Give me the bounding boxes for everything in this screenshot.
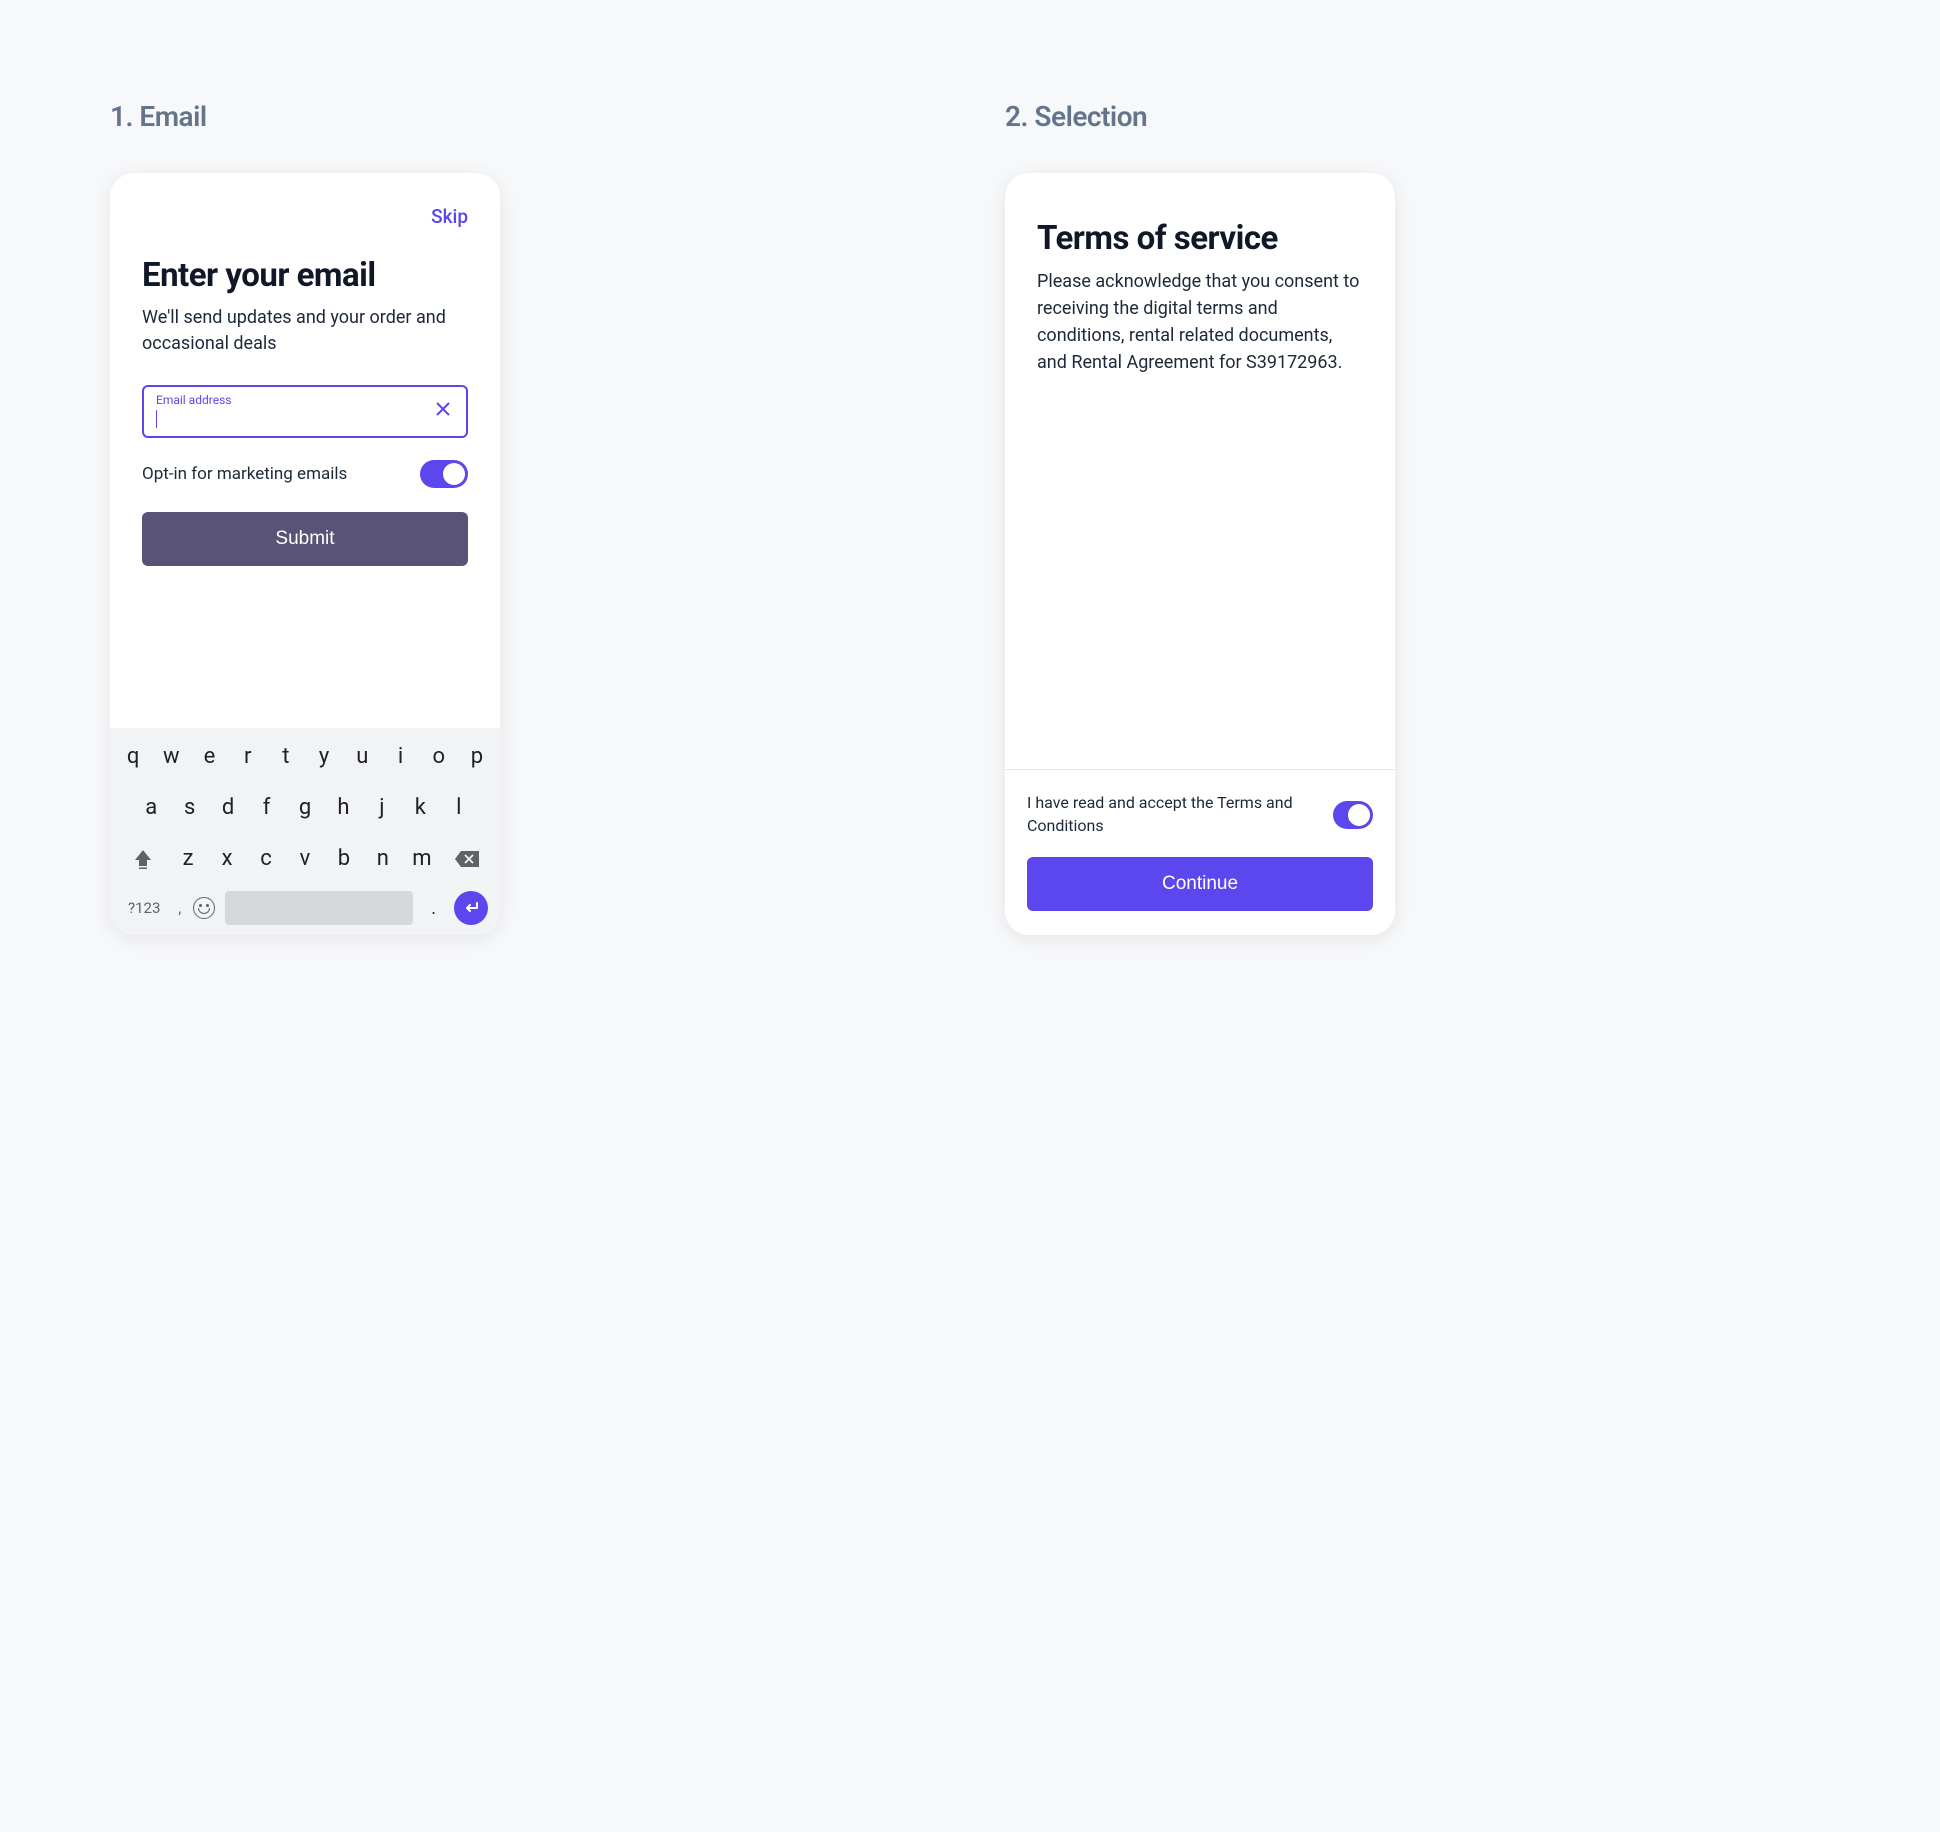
space-key[interactable] bbox=[225, 891, 413, 925]
email-card: Skip Enter your email We'll send updates… bbox=[110, 173, 500, 935]
key-z[interactable]: z bbox=[169, 840, 208, 877]
key-g[interactable]: g bbox=[286, 789, 324, 826]
shift-key[interactable] bbox=[118, 848, 169, 870]
key-r[interactable]: r bbox=[229, 738, 267, 775]
key-j[interactable]: j bbox=[363, 789, 401, 826]
key-i[interactable]: i bbox=[381, 738, 419, 775]
step-heading-email: 1. Email bbox=[110, 100, 935, 133]
comma-key[interactable]: , bbox=[176, 899, 183, 917]
key-w[interactable]: w bbox=[152, 738, 190, 775]
backspace-key[interactable] bbox=[441, 849, 492, 869]
accept-label: I have read and accept the Terms and Con… bbox=[1027, 792, 1313, 837]
key-p[interactable]: p bbox=[458, 738, 496, 775]
key-x[interactable]: x bbox=[208, 840, 247, 877]
skip-link[interactable]: Skip bbox=[142, 205, 468, 228]
clear-icon[interactable] bbox=[432, 396, 454, 425]
submit-button[interactable]: Submit bbox=[142, 512, 468, 566]
key-b[interactable]: b bbox=[324, 840, 363, 877]
email-input-container[interactable]: Email address bbox=[142, 385, 468, 438]
continue-button[interactable]: Continue bbox=[1027, 857, 1373, 911]
key-u[interactable]: u bbox=[343, 738, 381, 775]
key-f[interactable]: f bbox=[247, 789, 285, 826]
optin-toggle[interactable] bbox=[420, 460, 468, 488]
key-a[interactable]: a bbox=[132, 789, 170, 826]
key-y[interactable]: y bbox=[305, 738, 343, 775]
key-o[interactable]: o bbox=[420, 738, 458, 775]
optin-label: Opt-in for marketing emails bbox=[142, 464, 347, 484]
key-l[interactable]: l bbox=[440, 789, 478, 826]
accept-toggle[interactable] bbox=[1333, 801, 1373, 829]
numeric-key[interactable]: ?123 bbox=[122, 891, 166, 925]
key-m[interactable]: m bbox=[402, 840, 441, 877]
key-n[interactable]: n bbox=[363, 840, 402, 877]
terms-card: Terms of service Please acknowledge that… bbox=[1005, 173, 1395, 935]
enter-key[interactable] bbox=[454, 891, 488, 925]
key-t[interactable]: t bbox=[267, 738, 305, 775]
key-e[interactable]: e bbox=[190, 738, 228, 775]
key-k[interactable]: k bbox=[401, 789, 439, 826]
emoji-key[interactable] bbox=[193, 897, 215, 919]
key-d[interactable]: d bbox=[209, 789, 247, 826]
period-key[interactable]: . bbox=[423, 898, 444, 919]
email-input-label: Email address bbox=[156, 393, 432, 407]
key-v[interactable]: v bbox=[286, 840, 325, 877]
terms-description: Please acknowledge that you consent to r… bbox=[1037, 268, 1363, 376]
key-q[interactable]: q bbox=[114, 738, 152, 775]
key-c[interactable]: c bbox=[247, 840, 286, 877]
key-h[interactable]: h bbox=[324, 789, 362, 826]
virtual-keyboard: qwertyuiop asdfghjkl zxcvbnm ?123 , bbox=[110, 728, 500, 935]
step-heading-selection: 2. Selection bbox=[1005, 100, 1830, 133]
key-s[interactable]: s bbox=[170, 789, 208, 826]
email-subtitle: We'll send updates and your order and oc… bbox=[142, 305, 468, 357]
email-title: Enter your email bbox=[142, 256, 468, 295]
terms-title: Terms of service bbox=[1037, 219, 1363, 258]
